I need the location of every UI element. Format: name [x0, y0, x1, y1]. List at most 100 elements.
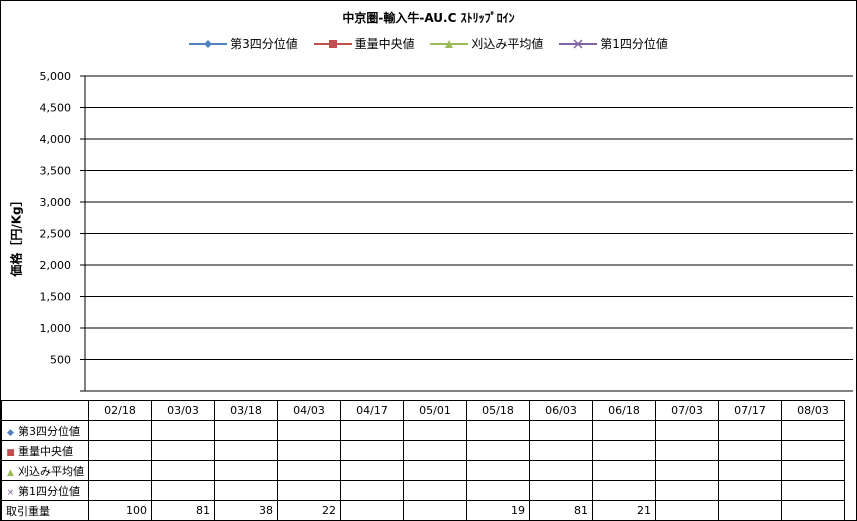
- table-cell: [403, 460, 467, 481]
- x-tick-label: 06/18: [592, 400, 656, 421]
- table-row-label: ▲ 刈込み平均値: [1, 460, 89, 481]
- y-tick-label: 1,500: [40, 291, 72, 304]
- table-cell: [340, 460, 404, 481]
- table-cell: [214, 440, 278, 461]
- table-cell: [88, 440, 152, 461]
- y-tick-label: 2,500: [40, 228, 72, 241]
- table-cell: [88, 460, 152, 481]
- x-tick-label: 08/03: [781, 400, 845, 421]
- table-header-row: 02/18 03/03 03/18 04/03 04/17 05/01 05/18 06/03…: [1, 400, 845, 421]
- volume-cell: [403, 500, 467, 521]
- series-marker-icon: ×: [6, 487, 15, 498]
- table-row-volume: 取引重量 100 81 38 22 19 81 21: [1, 500, 845, 521]
- x-tick-label: 05/01: [403, 400, 467, 421]
- table-cell: [529, 460, 593, 481]
- table-cell: [781, 460, 845, 481]
- table-cell: [466, 440, 530, 461]
- table-cell: [403, 480, 467, 501]
- table-row-label: × 第1四分位値: [1, 480, 89, 501]
- x-tick-label: 02/18: [88, 400, 152, 421]
- table-cell: [781, 480, 845, 501]
- volume-cell: [718, 500, 782, 521]
- series-marker-icon: ◆: [7, 427, 14, 438]
- x-tick-label: 04/17: [340, 400, 404, 421]
- volume-cell: [781, 500, 845, 521]
- table-cell: [151, 460, 215, 481]
- table-cell: [88, 420, 152, 441]
- volume-cell: 100: [88, 500, 152, 521]
- table-cell: [655, 420, 719, 441]
- y-tick-label: 3,000: [40, 196, 72, 209]
- table-cell: [466, 420, 530, 441]
- table-cell: [529, 420, 593, 441]
- y-tick-label: 4,500: [40, 102, 72, 115]
- x-tick-label: 03/03: [151, 400, 215, 421]
- table-cell: [340, 420, 404, 441]
- table-cell: [592, 480, 656, 501]
- table-cell: [403, 420, 467, 441]
- table-row: ▲ 刈込み平均値: [1, 460, 845, 481]
- y-tick-label: 1,000: [40, 322, 72, 335]
- table-cell: [277, 480, 341, 501]
- table-row: × 第1四分位値: [1, 480, 845, 501]
- y-tick-label: 2,000: [40, 259, 72, 272]
- table-cell: [718, 460, 782, 481]
- volume-cell: [655, 500, 719, 521]
- data-table: 02/18 03/03 03/18 04/03 04/17 05/01 05/18 06/03…: [1, 400, 845, 521]
- volume-cell: 81: [529, 500, 593, 521]
- table-cell: [718, 440, 782, 461]
- table-cell: [655, 460, 719, 481]
- table-cell: [340, 480, 404, 501]
- x-tick-label: 03/18: [214, 400, 278, 421]
- table-row-label: ◆ 第3四分位値: [1, 420, 89, 441]
- x-tick-label: 04/03: [277, 400, 341, 421]
- y-tick-label: 3,500: [40, 165, 72, 178]
- chart-frame: 中京圏-輸入牛-AU.C ｽﾄﾘｯﾌﾟﾛｲﾝ 第3四分位値 重量中央値 刈込み平…: [0, 0, 857, 521]
- table-cell: [592, 460, 656, 481]
- table-cell: [529, 480, 593, 501]
- x-tick-label: 06/03: [529, 400, 593, 421]
- table-cell: [466, 480, 530, 501]
- plot-area: 500 1,000 1,500 2,000 2,500 3,000 3,500 4,000 4,…: [40, 70, 853, 392]
- y-tick-label: 500: [50, 354, 71, 367]
- table-cell: [151, 420, 215, 441]
- series-name: 第1四分位値: [18, 484, 80, 498]
- x-tick-label: 07/03: [655, 400, 719, 421]
- table-cell: [718, 480, 782, 501]
- table-cell: [529, 440, 593, 461]
- y-tick-label: 4,000: [40, 133, 72, 146]
- table-row-label: 取引重量: [1, 500, 89, 521]
- table-cell: [214, 460, 278, 481]
- volume-cell: 21: [592, 500, 656, 521]
- volume-cell: 22: [277, 500, 341, 521]
- table-row: ◆ 第3四分位値: [1, 420, 845, 441]
- table-cell: [151, 480, 215, 501]
- volume-cell: 81: [151, 500, 215, 521]
- table-corner-cell: [1, 400, 89, 421]
- table-cell: [781, 440, 845, 461]
- table-cell: [592, 420, 656, 441]
- volume-cell: 38: [214, 500, 278, 521]
- table-row: ■ 重量中央値: [1, 440, 845, 461]
- table-cell: [781, 420, 845, 441]
- table-cell: [718, 420, 782, 441]
- table-cell: [340, 440, 404, 461]
- table-cell: [214, 480, 278, 501]
- x-tick-label: 05/18: [466, 400, 530, 421]
- table-cell: [277, 460, 341, 481]
- table-cell: [655, 480, 719, 501]
- series-name: 第3四分位値: [18, 424, 80, 438]
- series-marker-icon: ■: [6, 447, 15, 458]
- table-cell: [151, 440, 215, 461]
- table-cell: [88, 480, 152, 501]
- y-tick-label: 5,000: [40, 70, 72, 83]
- series-name: 重量中央値: [18, 444, 73, 458]
- volume-cell: [340, 500, 404, 521]
- table-cell: [214, 420, 278, 441]
- series-name: 刈込み平均値: [18, 464, 84, 478]
- table-cell: [655, 440, 719, 461]
- table-cell: [277, 440, 341, 461]
- series-marker-icon: ▲: [7, 467, 14, 478]
- table-row-label: ■ 重量中央値: [1, 440, 89, 461]
- volume-cell: 19: [466, 500, 530, 521]
